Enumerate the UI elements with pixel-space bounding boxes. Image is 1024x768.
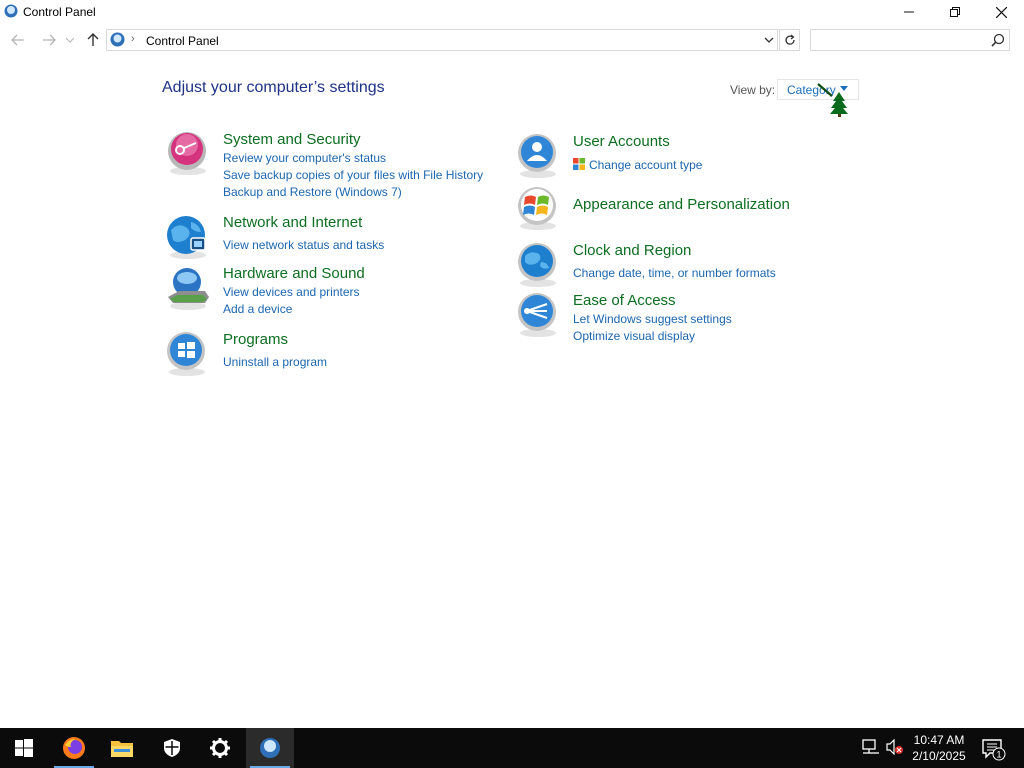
control-panel-icon xyxy=(260,738,280,758)
taskbar-file-explorer[interactable] xyxy=(98,728,146,768)
category-network-and-internet: Network and Internet View network status… xyxy=(165,214,495,260)
clock-time: 10:47 AM xyxy=(913,733,965,747)
start-button[interactable] xyxy=(0,728,48,768)
recent-locations-button[interactable] xyxy=(63,29,77,51)
link-review-status[interactable]: Review your computer's status xyxy=(223,151,386,165)
clock-globe-icon xyxy=(518,243,556,287)
minimize-icon xyxy=(904,11,914,13)
printer-speaker-icon xyxy=(168,268,209,310)
view-by-label: View by: xyxy=(730,83,776,97)
taskbar-security[interactable] xyxy=(148,728,196,768)
link-backup-restore[interactable]: Backup and Restore (Windows 7) xyxy=(223,185,402,199)
close-button[interactable] xyxy=(978,0,1024,24)
taskbar-settings[interactable] xyxy=(196,728,244,768)
programs-icon xyxy=(167,332,205,376)
category-user-accounts: User Accounts Change account type xyxy=(515,133,845,179)
page-title: Adjust your computer’s settings xyxy=(162,79,385,96)
title-bar: Control Panel xyxy=(0,0,1024,24)
taskbar-control-panel[interactable] xyxy=(246,728,294,768)
category-system-and-security: System and Security Review your computer… xyxy=(165,131,495,203)
search-input[interactable] xyxy=(815,32,985,48)
link-optimize-display[interactable]: Optimize visual display xyxy=(573,329,695,343)
taskbar-clock[interactable]: 10:47 AM 2/10/2025 xyxy=(908,732,970,764)
firefox-icon xyxy=(63,737,85,759)
link-date-time-formats[interactable]: Change date, time, or number formats xyxy=(573,266,776,280)
link-add-device[interactable]: Add a device xyxy=(223,302,292,316)
file-explorer-icon xyxy=(111,741,133,757)
control-panel-app-icon xyxy=(4,4,18,18)
ease-of-access-icon xyxy=(518,293,556,337)
user-accounts-icon xyxy=(518,134,556,178)
link-devices-printers[interactable]: View devices and printers xyxy=(223,285,360,299)
category-title[interactable]: Hardware and Sound xyxy=(223,265,365,282)
category-hardware-and-sound: Hardware and Sound View devices and prin… xyxy=(165,265,495,321)
breadcrumb-separator-icon: › xyxy=(131,33,135,45)
notification-center-icon[interactable]: 1 xyxy=(982,739,1006,761)
control-panel-window: Control Panel › Control Panel Adjust you… xyxy=(0,0,1024,728)
taskbar-firefox[interactable] xyxy=(50,728,98,768)
category-title[interactable]: User Accounts xyxy=(573,133,670,150)
category-title[interactable]: Appearance and Personalization xyxy=(573,196,790,213)
address-bar[interactable]: › Control Panel xyxy=(106,29,778,51)
category-title[interactable]: Ease of Access xyxy=(573,292,676,309)
breadcrumb-control-panel[interactable]: Control Panel xyxy=(146,34,219,48)
back-button[interactable] xyxy=(7,29,29,51)
restore-button[interactable] xyxy=(932,0,978,24)
volume-muted-icon[interactable] xyxy=(886,739,904,755)
search-icon[interactable] xyxy=(991,33,1005,47)
minimize-button[interactable] xyxy=(886,0,932,24)
restore-icon xyxy=(950,7,960,17)
close-icon xyxy=(995,6,1007,18)
link-suggest-settings[interactable]: Let Windows suggest settings xyxy=(573,312,732,326)
up-arrow-icon xyxy=(87,33,99,46)
category-ease-of-access: Ease of Access Let Windows suggest setti… xyxy=(515,292,845,348)
category-title[interactable]: Network and Internet xyxy=(223,214,362,231)
network-icon[interactable] xyxy=(862,739,880,755)
category-programs: Programs Uninstall a program xyxy=(165,331,495,377)
category-appearance-and-personalization: Appearance and Personalization xyxy=(515,185,845,231)
security-icon xyxy=(164,739,180,757)
search-box[interactable] xyxy=(810,29,1010,51)
category-clock-and-region: Clock and Region Change date, time, or n… xyxy=(515,242,845,288)
navigation-bar: › Control Panel xyxy=(0,27,1024,53)
link-change-account-type[interactable]: Change account type xyxy=(589,158,702,172)
tree-cursor-icon xyxy=(817,83,848,117)
link-file-history[interactable]: Save backup copies of your files with Fi… xyxy=(223,168,483,182)
back-arrow-icon xyxy=(11,34,24,46)
forward-button[interactable] xyxy=(38,29,60,51)
link-uninstall-program[interactable]: Uninstall a program xyxy=(223,355,327,369)
windows-shield-icon xyxy=(573,158,585,170)
forward-arrow-icon xyxy=(43,34,56,46)
appearance-icon xyxy=(518,187,556,230)
shield-key-icon xyxy=(168,132,206,175)
window-title: Control Panel xyxy=(23,5,96,19)
refresh-icon xyxy=(784,34,795,45)
chevron-down-icon xyxy=(66,37,74,43)
clock-date: 2/10/2025 xyxy=(912,749,966,763)
category-title[interactable]: System and Security xyxy=(223,131,361,148)
link-network-status[interactable]: View network status and tasks xyxy=(223,238,384,252)
globe-network-icon xyxy=(167,216,206,259)
chevron-down-icon[interactable] xyxy=(763,33,775,47)
settings-icon xyxy=(210,738,230,758)
up-button[interactable] xyxy=(82,29,104,51)
category-title[interactable]: Programs xyxy=(223,331,288,348)
control-panel-icon xyxy=(110,32,125,47)
start-icon xyxy=(15,739,33,757)
notification-count: 1 xyxy=(996,750,1001,760)
taskbar xyxy=(0,728,1024,768)
refresh-button[interactable] xyxy=(779,29,800,51)
category-title[interactable]: Clock and Region xyxy=(573,242,691,259)
